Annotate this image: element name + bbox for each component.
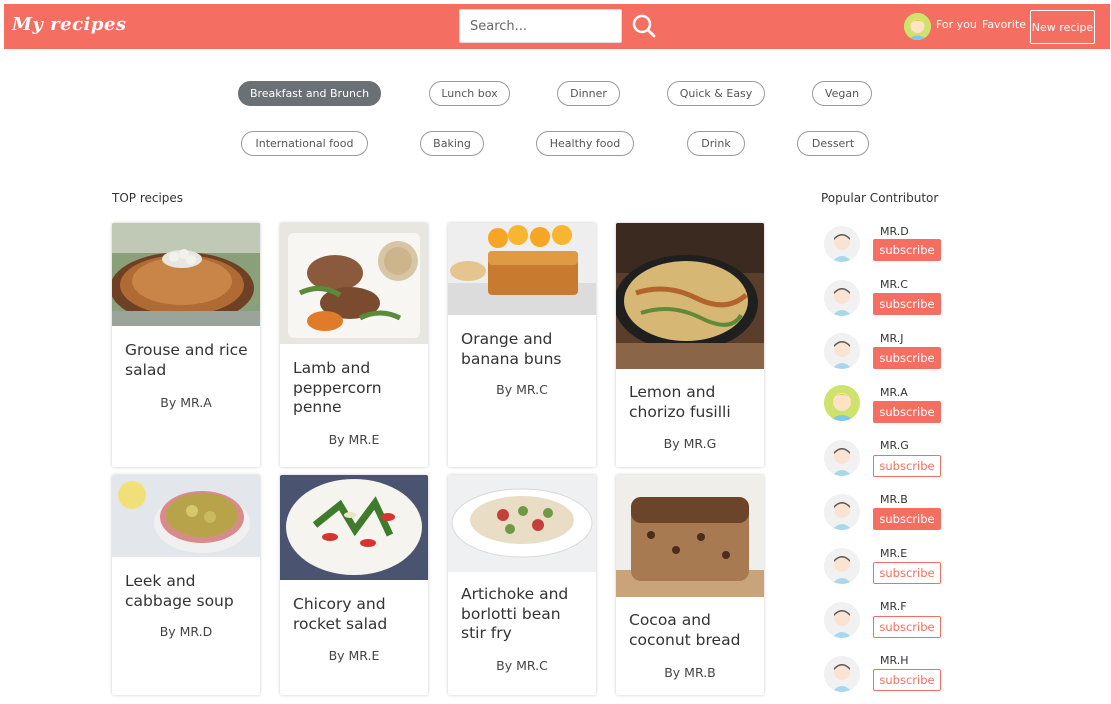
avatar-icon xyxy=(824,494,860,530)
recipe-image xyxy=(280,223,428,344)
contributor-avatar[interactable] xyxy=(824,656,860,692)
app-logo[interactable]: My recipes xyxy=(12,14,127,35)
recipe-author: By MR.D xyxy=(159,624,213,639)
subscribe-button[interactable]: subscribe xyxy=(873,293,941,315)
recipe-author: By MR.C xyxy=(496,658,548,673)
recipe-card[interactable]: Cocoa and coconut bread By MR.B xyxy=(616,475,764,695)
recipe-image xyxy=(616,223,764,369)
avatar-icon xyxy=(824,440,860,476)
subscribe-button[interactable]: subscribe xyxy=(873,401,941,423)
subscribe-button[interactable]: subscribe xyxy=(873,239,941,261)
category-drink[interactable]: Drink xyxy=(687,131,745,156)
avatar-icon xyxy=(824,656,860,692)
contributor-name: MR.F xyxy=(880,600,907,613)
popular-contributor-heading: Popular Contributor xyxy=(821,191,939,205)
contributor-avatar[interactable] xyxy=(824,602,860,638)
user-avatar-icon xyxy=(904,13,931,40)
contributor-name: MR.J xyxy=(880,332,904,345)
category-quick-and-easy[interactable]: Quick & Easy xyxy=(667,81,765,106)
recipe-title: Artichoke and borlotti bean stir fry xyxy=(461,585,569,642)
category-baking[interactable]: Baking xyxy=(420,131,484,156)
recipe-card[interactable]: Chicory and rocket salad By MR.E xyxy=(280,475,428,695)
subscribe-button[interactable]: subscribe xyxy=(873,347,941,369)
search-button[interactable] xyxy=(630,12,658,40)
contributor-name: MR.D xyxy=(880,225,909,238)
category-healthy-food[interactable]: Healthy food xyxy=(536,131,634,156)
avatar-icon xyxy=(824,548,860,584)
top-recipes-heading: TOP recipes xyxy=(112,191,184,205)
category-dessert[interactable]: Dessert xyxy=(797,131,869,156)
contributor-name: MR.B xyxy=(880,493,908,506)
subscribe-button[interactable]: subscribe xyxy=(873,562,941,584)
avatar-icon xyxy=(824,226,860,262)
recipe-title: Cocoa and coconut bread xyxy=(629,611,741,649)
recipe-author: By MR.E xyxy=(328,648,380,663)
nav-favorite[interactable]: Favorite xyxy=(982,18,1026,31)
recipe-image xyxy=(112,475,260,557)
contributor-avatar[interactable] xyxy=(824,333,860,369)
contributor-avatar[interactable] xyxy=(824,548,860,584)
search-icon xyxy=(632,14,656,38)
category-vegan[interactable]: Vegan xyxy=(812,81,872,106)
recipe-author: By MR.G xyxy=(663,436,717,451)
recipe-author: By MR.E xyxy=(328,432,380,447)
contributor-avatar[interactable] xyxy=(824,440,860,476)
recipe-author: By MR.B xyxy=(664,665,716,680)
recipe-image xyxy=(448,475,596,572)
recipe-title: Orange and banana buns xyxy=(461,330,562,368)
recipe-image xyxy=(616,475,764,597)
contributor-avatar[interactable] xyxy=(824,280,860,316)
recipe-image xyxy=(112,223,260,326)
contributor-avatar[interactable] xyxy=(824,385,860,421)
top-nav-bar: My recipes For you Favorite New recipe xyxy=(4,4,1110,49)
contributor-name: MR.C xyxy=(880,278,908,291)
recipe-image xyxy=(280,475,428,580)
category-lunch-box[interactable]: Lunch box xyxy=(429,81,510,106)
recipe-card[interactable]: Grouse and rice salad By MR.A xyxy=(112,223,260,467)
recipe-title: Lemon and chorizo fusilli xyxy=(629,383,731,421)
category-breakfast-and-brunch[interactable]: Breakfast and Brunch xyxy=(238,81,381,106)
category-international-food[interactable]: International food xyxy=(241,131,368,156)
subscribe-button[interactable]: subscribe xyxy=(873,455,941,477)
recipe-card[interactable]: Leek and cabbage soup By MR.D xyxy=(112,475,260,695)
subscribe-button[interactable]: subscribe xyxy=(873,616,941,638)
subscribe-button[interactable]: subscribe xyxy=(873,669,941,691)
recipe-title: Grouse and rice salad xyxy=(125,341,248,379)
search-input[interactable] xyxy=(459,9,622,43)
contributor-name: MR.A xyxy=(880,386,908,399)
avatar-icon xyxy=(824,280,860,316)
avatar-icon xyxy=(824,385,860,421)
nav-for-you[interactable]: For you xyxy=(936,18,977,31)
contributor-avatar[interactable] xyxy=(824,226,860,262)
new-recipe-button[interactable]: New recipe xyxy=(1030,10,1095,44)
recipe-title: Lamb and peppercorn penne xyxy=(293,359,382,416)
recipe-card[interactable]: Artichoke and borlotti bean stir fry By … xyxy=(448,475,596,695)
avatar-icon xyxy=(824,333,860,369)
user-avatar[interactable] xyxy=(904,13,931,40)
subscribe-button[interactable]: subscribe xyxy=(873,508,941,530)
recipe-author: By MR.A xyxy=(160,395,212,410)
recipe-card[interactable]: Lemon and chorizo fusilli By MR.G xyxy=(616,223,764,467)
contributor-name: MR.G xyxy=(880,439,909,452)
recipe-title: Chicory and rocket salad xyxy=(293,595,388,633)
recipe-card[interactable]: Orange and banana buns By MR.C xyxy=(448,223,596,467)
recipe-image xyxy=(448,223,596,315)
recipe-title: Leek and cabbage soup xyxy=(125,572,234,610)
avatar-icon xyxy=(824,602,860,638)
contributor-name: MR.E xyxy=(880,547,908,560)
recipe-card[interactable]: Lamb and peppercorn penne By MR.E xyxy=(280,223,428,467)
recipe-author: By MR.C xyxy=(496,382,548,397)
category-dinner[interactable]: Dinner xyxy=(557,81,620,106)
contributor-avatar[interactable] xyxy=(824,494,860,530)
contributor-name: MR.H xyxy=(880,654,909,667)
